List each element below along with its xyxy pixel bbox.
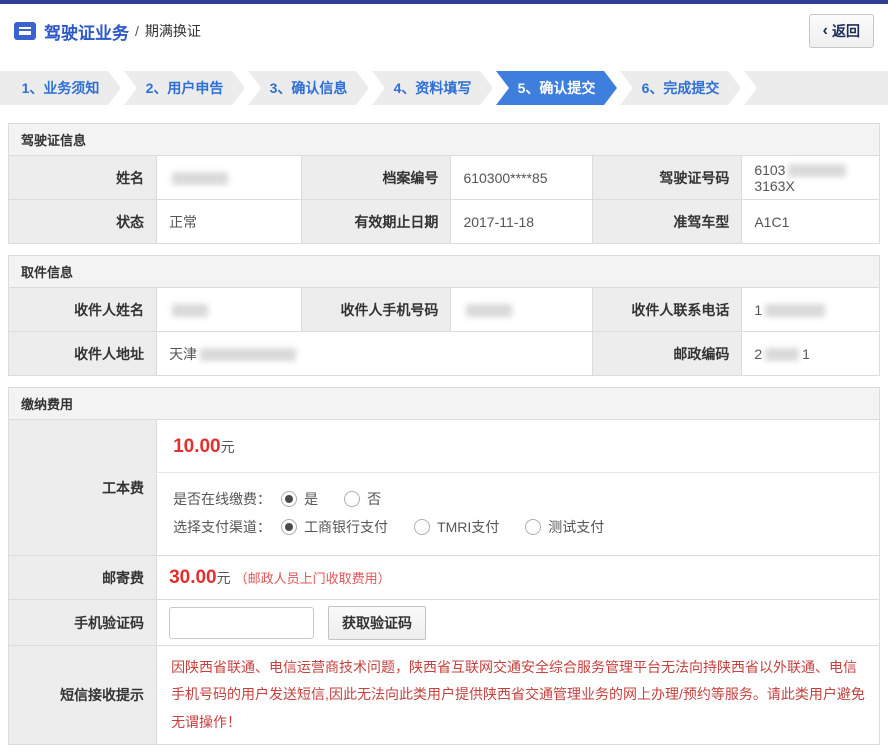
postage-label: 邮寄费 — [9, 556, 157, 600]
page-title: 驾驶证业务 — [44, 19, 129, 44]
sms-code-cell: 获取验证码 — [157, 600, 880, 646]
file-no-label: 档案编号 — [301, 156, 451, 200]
redacted-value — [765, 348, 799, 361]
sms-code-input[interactable] — [169, 607, 314, 639]
step-1-business-notice[interactable]: 1、业务须知 — [0, 71, 121, 105]
back-chevron-icon: ‹ — [823, 23, 828, 39]
page-header: 驾驶证业务 / 期满换证 ‹ 返回 — [0, 4, 888, 58]
redacted-value — [788, 164, 846, 177]
table-row: 状态 正常 有效期止日期 2017-11-18 准驾车型 A1C1 — [9, 200, 880, 244]
postal-code-value: 21 — [742, 332, 880, 376]
online-pay-option-yes[interactable]: 是 — [281, 489, 318, 509]
table-row: 姓名 档案编号 610300****85 驾驶证号码 61033163X — [9, 156, 880, 200]
radio-label: 是 — [304, 489, 318, 509]
vehicle-class-value: A1C1 — [742, 200, 880, 244]
card-fee-amount: 10.00 — [173, 436, 221, 457]
table-row: 工本费 10.00元 是否在线缴费： 是 — [9, 420, 880, 556]
recipient-address-value: 天津 — [157, 332, 592, 376]
expiry-label: 有效期止日期 — [301, 200, 451, 244]
radio-unchecked-icon[interactable] — [344, 491, 360, 507]
table-row: 短信接收提示 因陕西省联通、电信运营商技术问题，陕西省互联网交通安全综合服务管理… — [9, 646, 880, 745]
license-no-label: 驾驶证号码 — [592, 156, 742, 200]
currency-unit: 元 — [217, 570, 231, 586]
expiry-value: 2017-11-18 — [451, 200, 592, 244]
recipient-name-label: 收件人姓名 — [9, 288, 157, 332]
back-button-label: 返回 — [832, 21, 860, 41]
license-info-section: 驾驶证信息 姓名 档案编号 610300****85 驾驶证号码 6103316… — [8, 123, 880, 244]
status-label: 状态 — [9, 200, 157, 244]
table-row: 收件人地址 天津 邮政编码 21 — [9, 332, 880, 376]
online-pay-option-no[interactable]: 否 — [344, 489, 381, 509]
online-pay-question: 是否在线缴费： — [173, 489, 271, 509]
card-fee-amount-line: 10.00元 — [157, 420, 879, 473]
redacted-value — [172, 304, 208, 317]
radio-checked-icon[interactable] — [281, 491, 297, 507]
recipient-phone-label: 收件人联系电话 — [592, 288, 742, 332]
radio-checked-icon[interactable] — [281, 519, 297, 535]
pay-channel-question: 选择支付渠道： — [173, 517, 271, 537]
license-info-title: 驾驶证信息 — [8, 123, 880, 156]
postal-code-label: 邮政编码 — [592, 332, 742, 376]
status-value: 正常 — [157, 200, 302, 244]
radio-unchecked-icon[interactable] — [414, 519, 430, 535]
name-value — [157, 156, 302, 200]
channel-option-test[interactable]: 测试支付 — [525, 517, 604, 537]
breadcrumb-current: 期满换证 — [145, 21, 201, 41]
recipient-mobile-label: 收件人手机号码 — [301, 288, 451, 332]
recipient-address-label: 收件人地址 — [9, 332, 157, 376]
card-fee-cell: 10.00元 是否在线缴费： 是 否 — [157, 420, 880, 556]
license-no-value: 61033163X — [742, 156, 880, 200]
payment-title: 缴纳费用 — [8, 387, 880, 420]
table-row: 邮寄费 30.00元 （邮政人员上门收取费用） — [9, 556, 880, 600]
payment-options: 是否在线缴费： 是 否 选择支付渠道： — [157, 473, 879, 555]
postage-amount: 30.00 — [169, 567, 217, 588]
recipient-phone-value: 1 — [742, 288, 880, 332]
radio-label: 测试支付 — [548, 517, 604, 537]
step-4-fill-data[interactable]: 4、资料填写 — [372, 71, 493, 105]
back-button[interactable]: ‹ 返回 — [809, 14, 874, 48]
license-business-icon — [14, 22, 36, 40]
pickup-info-table: 收件人姓名 收件人手机号码 收件人联系电话 1 收件人地址 天津 邮政编码 21 — [8, 287, 880, 376]
table-row: 手机验证码 获取验证码 — [9, 600, 880, 646]
sms-notice-label: 短信接收提示 — [9, 646, 157, 745]
radio-unchecked-icon[interactable] — [525, 519, 541, 535]
pickup-info-section: 取件信息 收件人姓名 收件人手机号码 收件人联系电话 1 收件人地址 天津 邮政… — [8, 255, 880, 376]
radio-label: 否 — [367, 489, 381, 509]
step-3-confirm-info[interactable]: 3、确认信息 — [248, 71, 369, 105]
recipient-name-value — [157, 288, 302, 332]
stepbar-filler — [744, 71, 888, 105]
breadcrumb-separator: / — [135, 23, 139, 39]
redacted-value — [466, 304, 512, 317]
step-6-complete-submit[interactable]: 6、完成提交 — [620, 71, 741, 105]
online-pay-row: 是否在线缴费： 是 否 — [173, 489, 863, 509]
license-info-table: 姓名 档案编号 610300****85 驾驶证号码 61033163X 状态 … — [8, 155, 880, 244]
payment-section: 缴纳费用 工本费 10.00元 是否在线缴费： 是 — [8, 387, 880, 745]
payment-table: 工本费 10.00元 是否在线缴费： 是 — [8, 419, 880, 745]
table-row: 收件人姓名 收件人手机号码 收件人联系电话 1 — [9, 288, 880, 332]
redacted-value — [200, 348, 296, 361]
get-code-button[interactable]: 获取验证码 — [328, 606, 426, 640]
channel-option-icbc[interactable]: 工商银行支付 — [281, 517, 388, 537]
radio-label: TMRI支付 — [437, 517, 499, 537]
redacted-value — [172, 172, 228, 185]
wizard-stepbar: 1、业务须知 2、用户申告 3、确认信息 4、资料填写 5、确认提交 6、完成提… — [0, 71, 888, 105]
name-label: 姓名 — [9, 156, 157, 200]
file-no-value: 610300****85 — [451, 156, 592, 200]
radio-label: 工商银行支付 — [304, 517, 388, 537]
sms-notice-text: 因陕西省联通、电信运营商技术问题，陕西省互联网交通安全综合服务管理平台无法向持陕… — [171, 654, 865, 736]
pickup-info-title: 取件信息 — [8, 255, 880, 288]
channel-option-tmri[interactable]: TMRI支付 — [414, 517, 499, 537]
vehicle-class-label: 准驾车型 — [592, 200, 742, 244]
recipient-mobile-value — [451, 288, 592, 332]
currency-unit: 元 — [221, 439, 235, 455]
card-fee-label: 工本费 — [9, 420, 157, 556]
sms-notice-cell: 因陕西省联通、电信运营商技术问题，陕西省互联网交通安全综合服务管理平台无法向持陕… — [157, 646, 880, 745]
redacted-value — [765, 304, 825, 317]
postage-cell: 30.00元 （邮政人员上门收取费用） — [157, 556, 880, 600]
pay-channel-row: 选择支付渠道： 工商银行支付 TMRI支付 测试支付 — [173, 517, 863, 537]
postage-note: （邮政人员上门收取费用） — [235, 571, 391, 586]
step-2-user-declaration[interactable]: 2、用户申告 — [124, 71, 245, 105]
step-5-confirm-submit[interactable]: 5、确认提交 — [496, 71, 617, 105]
sms-code-label: 手机验证码 — [9, 600, 157, 646]
